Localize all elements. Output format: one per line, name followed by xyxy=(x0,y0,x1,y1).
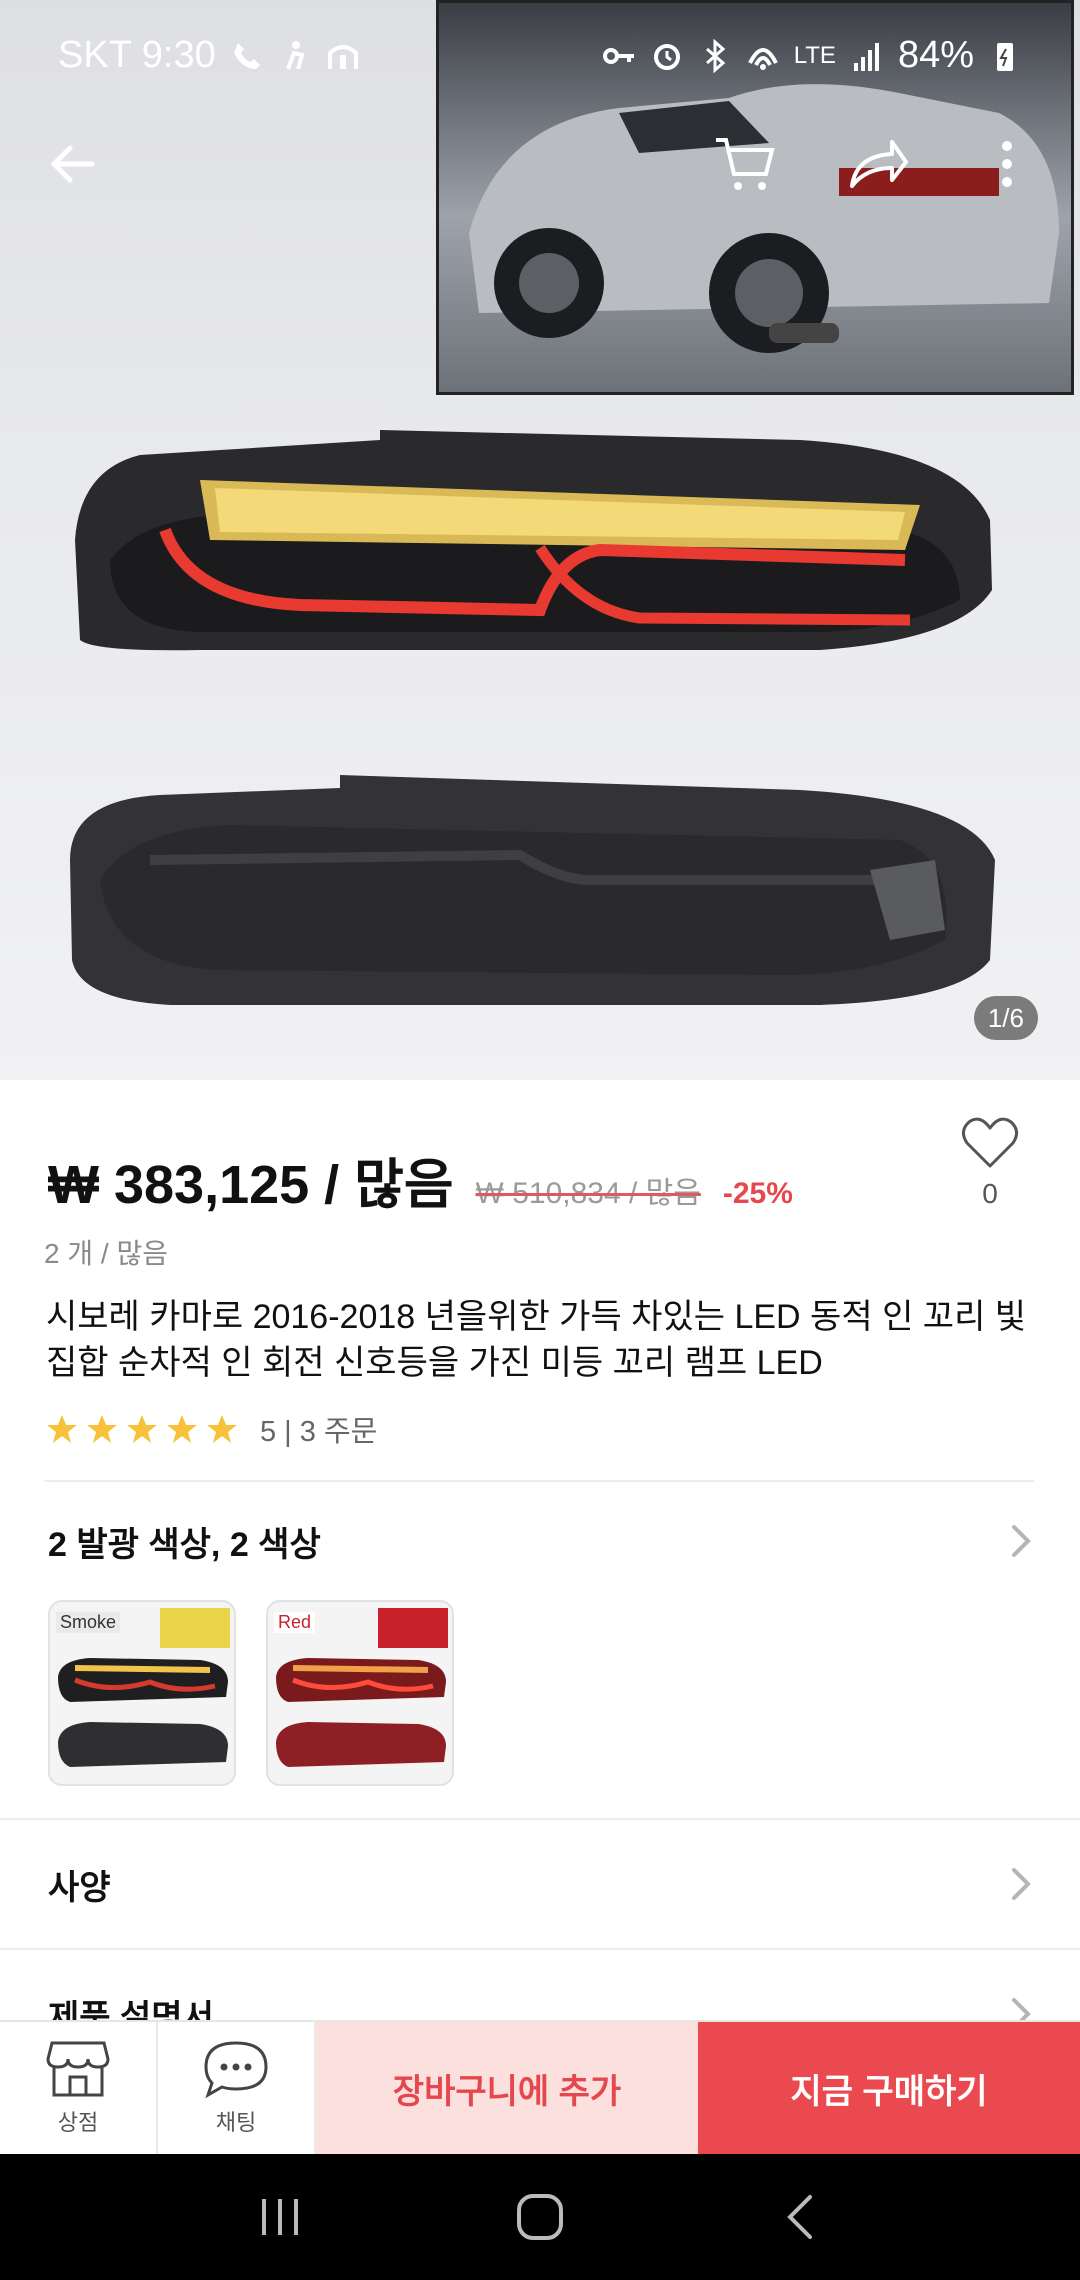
signal-icon xyxy=(853,42,879,71)
price-row: ₩ 383,125 / 많음 ₩ 510,834 / 많음 -25% xyxy=(48,1140,793,1219)
variant-label: Red xyxy=(274,1612,316,1633)
cart-icon xyxy=(716,138,775,190)
network-type: LTE xyxy=(793,41,836,69)
more-vert-icon xyxy=(1002,141,1012,187)
specs-row[interactable]: 사양 xyxy=(0,1856,1080,1912)
divider xyxy=(0,1948,1080,1950)
bluetooth-icon xyxy=(705,38,725,73)
battery-charging-icon xyxy=(997,42,1013,71)
divider xyxy=(44,1480,1034,1482)
star-icon xyxy=(127,1415,157,1443)
rating-orders-text: 5 | 3 주문 xyxy=(260,1416,378,1448)
more-options-button[interactable] xyxy=(982,128,1032,200)
recents-icon xyxy=(262,2199,298,2235)
chat-bubble-icon xyxy=(204,2041,268,2099)
discount-badge: -25% xyxy=(722,1177,793,1210)
wishlist-count: 0 xyxy=(982,1178,998,1209)
rating-row[interactable]: 5 | 3 주문 xyxy=(46,1408,377,1450)
system-navigation-bar xyxy=(0,2154,1080,2280)
home-button[interactable] xyxy=(500,2177,580,2257)
buy-now-button[interactable]: 지금 구매하기 xyxy=(698,2022,1080,2154)
key-icon xyxy=(602,47,634,64)
store-label: 상점 xyxy=(57,2110,99,2135)
hotspot-icon xyxy=(327,44,358,69)
chevron-right-icon xyxy=(1012,1525,1031,1557)
wishlist-button[interactable]: 0 xyxy=(958,1116,1022,1210)
star-icon xyxy=(207,1415,237,1443)
back-button[interactable] xyxy=(36,128,108,200)
back-chevron-icon xyxy=(787,2195,812,2239)
share-button[interactable] xyxy=(842,128,914,200)
add-to-cart-button[interactable]: 장바구니에 추가 xyxy=(316,2022,698,2154)
alarm-icon xyxy=(653,43,680,70)
variant-thumbnails: Smoke Red xyxy=(48,1600,454,1786)
star-icon xyxy=(167,1415,197,1443)
variant-label: Smoke xyxy=(56,1612,121,1633)
divider xyxy=(0,1818,1080,1820)
chat-button[interactable]: 채팅 xyxy=(158,2022,316,2154)
product-title: 시보레 카마로 2016-2018 년을위한 가득 차있는 LED 동적 인 꼬… xyxy=(46,1298,1027,1382)
product-image-gallery[interactable]: SKT 9:30 LTE 84% 1/6 xyxy=(0,0,1080,1080)
battery-percent: 84% xyxy=(897,34,974,76)
accessibility-icon xyxy=(285,40,305,70)
options-row[interactable]: 2 발광 색상, 2 색상 xyxy=(0,1514,1080,1568)
heart-icon xyxy=(962,1117,1018,1168)
star-icon xyxy=(47,1415,77,1443)
star-icon xyxy=(87,1415,117,1443)
chat-label: 채팅 xyxy=(215,2110,257,2135)
home-icon xyxy=(517,2194,563,2240)
wifi-icon xyxy=(747,47,778,70)
system-back-button[interactable] xyxy=(760,2177,840,2257)
specs-title: 사양 xyxy=(48,1868,111,1907)
chevron-right-icon xyxy=(1012,1868,1031,1900)
quantity-text: 2 개 / 많음 xyxy=(44,1238,168,1269)
recent-apps-button[interactable] xyxy=(240,2177,320,2257)
options-title: 2 발광 색상, 2 색상 xyxy=(48,1525,321,1564)
cart-button[interactable] xyxy=(708,128,780,200)
status-bar: SKT 9:30 LTE 84% xyxy=(0,0,1080,110)
call-icon xyxy=(233,42,260,69)
arrow-left-icon xyxy=(50,145,95,183)
price: ₩ 383,125 / 많음 xyxy=(48,1155,454,1215)
carrier-time: SKT 9:30 xyxy=(58,34,216,76)
bottom-action-bar: 상점 채팅 장바구니에 추가 지금 구매하기 xyxy=(0,2020,1080,2154)
variant-smoke[interactable]: Smoke xyxy=(48,1600,236,1786)
store-button[interactable]: 상점 xyxy=(0,2022,158,2154)
variant-red[interactable]: Red xyxy=(266,1600,454,1786)
image-pager: 1/6 xyxy=(973,996,1038,1040)
store-icon xyxy=(46,2041,110,2097)
original-price: ₩ 510,834 / 많음 xyxy=(475,1177,701,1210)
share-icon xyxy=(850,140,908,188)
